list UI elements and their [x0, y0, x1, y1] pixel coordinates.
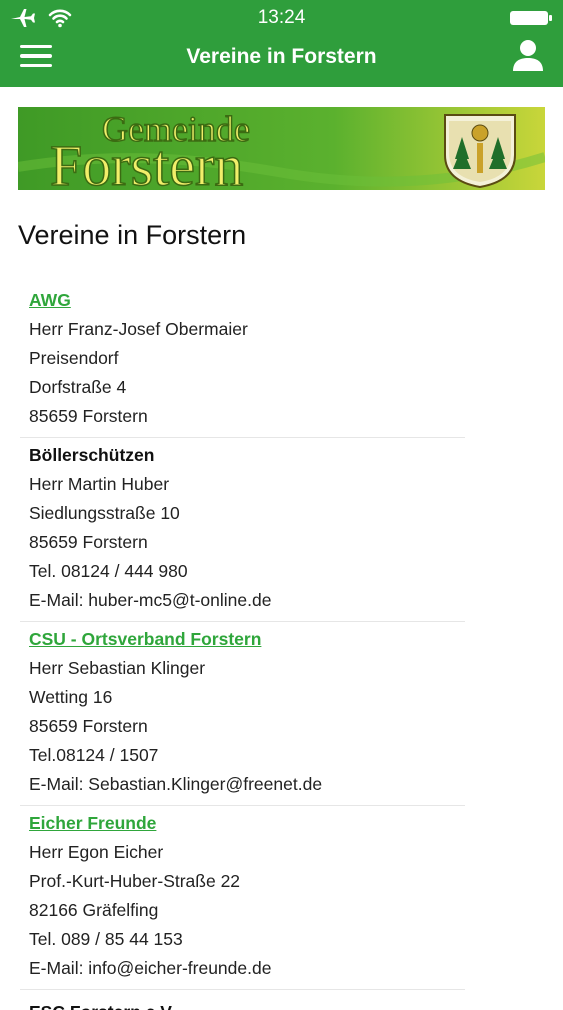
contact-line: 85659 Forstern: [29, 716, 148, 736]
contact-line: Herr Egon Eicher: [29, 842, 164, 862]
contact-line: Wetting 16: [29, 687, 113, 707]
list-item: Böllerschützen Herr Martin Huber Siedlun…: [20, 438, 465, 622]
contact-line: 85659 Forstern: [29, 406, 148, 426]
list-item: AWG Herr Franz-Josef Obermaier Preisendo…: [20, 283, 465, 438]
user-icon[interactable]: [511, 38, 545, 72]
verein-link[interactable]: Eicher Freunde: [29, 809, 456, 838]
contact-line: 82166 Gräfelfing: [29, 900, 159, 920]
contact-line: Tel.08124 / 1507: [29, 745, 159, 765]
list-item: Eicher Freunde Herr Egon Eicher Prof.-Ku…: [20, 806, 465, 990]
contact-line: Tel. 08124 / 444 980: [29, 561, 188, 581]
contact-line: E-Mail: huber-mc5@t-online.de: [29, 590, 272, 610]
contact-line: Tel. 089 / 85 44 153: [29, 929, 183, 949]
banner-text-forstern: Forstern: [50, 133, 243, 190]
contact-line: Prof.-Kurt-Huber-Straße 22: [29, 871, 241, 891]
contact-line: E-Mail: Sebastian.Klinger@freenet.de: [29, 774, 323, 794]
nav-title: Vereine in Forstern: [186, 44, 377, 68]
gemeinde-banner: Gemeinde Forstern: [18, 107, 545, 190]
nav-bar: Vereine in Forstern: [0, 36, 563, 87]
contact-line: Herr Sebastian Klinger: [29, 658, 206, 678]
coat-of-arms-icon: [444, 114, 516, 189]
app-header: 13:24 Vereine in Forstern: [0, 0, 563, 87]
vereine-list: AWG Herr Franz-Josef Obermaier Preisendo…: [20, 283, 465, 1010]
contact-line: 85659 Forstern: [29, 532, 148, 552]
list-item: CSU - Ortsverband Forstern Herr Sebastia…: [20, 622, 465, 806]
banner-graphic: Gemeinde Forstern: [18, 107, 545, 190]
page-title: Vereine in Forstern: [18, 220, 247, 250]
verein-name: Böllerschützen: [29, 445, 155, 465]
contact-line: Herr Martin Huber: [29, 474, 170, 494]
verein-link[interactable]: CSU - Ortsverband Forstern: [29, 625, 456, 654]
status-time: 13:24: [257, 7, 306, 28]
contact-line: E-Mail: info@eicher-freunde.de: [29, 958, 272, 978]
contact-line: Herr Franz-Josef Obermaier: [29, 319, 248, 339]
verein-link[interactable]: AWG: [29, 286, 456, 315]
list-item: ESC Forstern e.V.: [20, 990, 465, 1010]
contact-line: Preisendorf: [29, 348, 119, 368]
contact-line: Siedlungsstraße 10: [29, 503, 180, 523]
contact-line: Dorfstraße 4: [29, 377, 127, 397]
